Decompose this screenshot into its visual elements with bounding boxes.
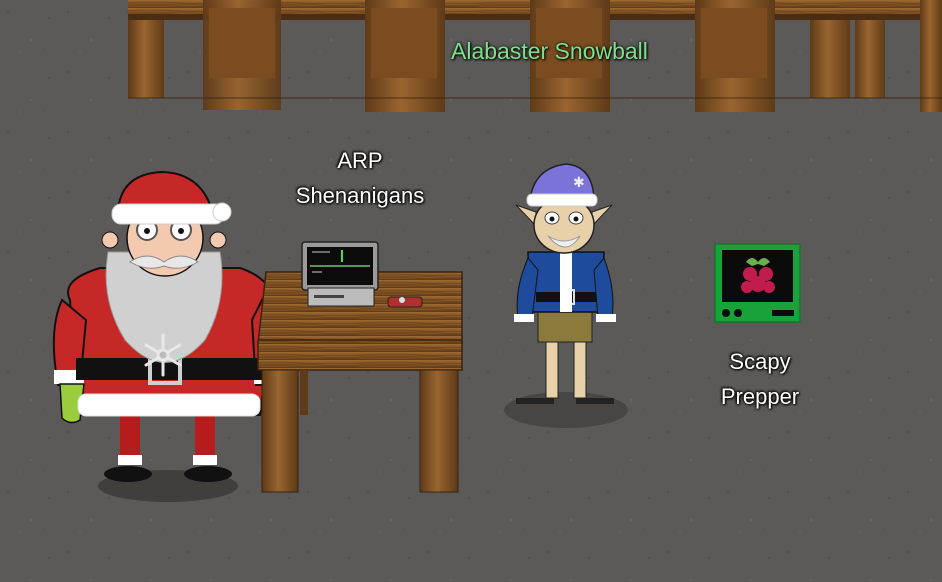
scapy-label-line1: Scapy [729, 349, 791, 374]
scapy-label-line2: Prepper [720, 384, 800, 409]
raspberry-pi-icon[interactable] [714, 243, 801, 323]
arp-label-line1: ARP [337, 148, 383, 173]
game-scene: ✱ [0, 0, 942, 582]
arp-label-line2: Shenanigans [295, 183, 425, 208]
scapy-terminal-label: Scapy Prepper [680, 344, 840, 414]
svg-text:✱: ✱ [573, 175, 585, 191]
npc-name-label: Alabaster Snowball [451, 38, 648, 64]
arp-terminal-label: ARP Shenanigans [270, 143, 450, 213]
